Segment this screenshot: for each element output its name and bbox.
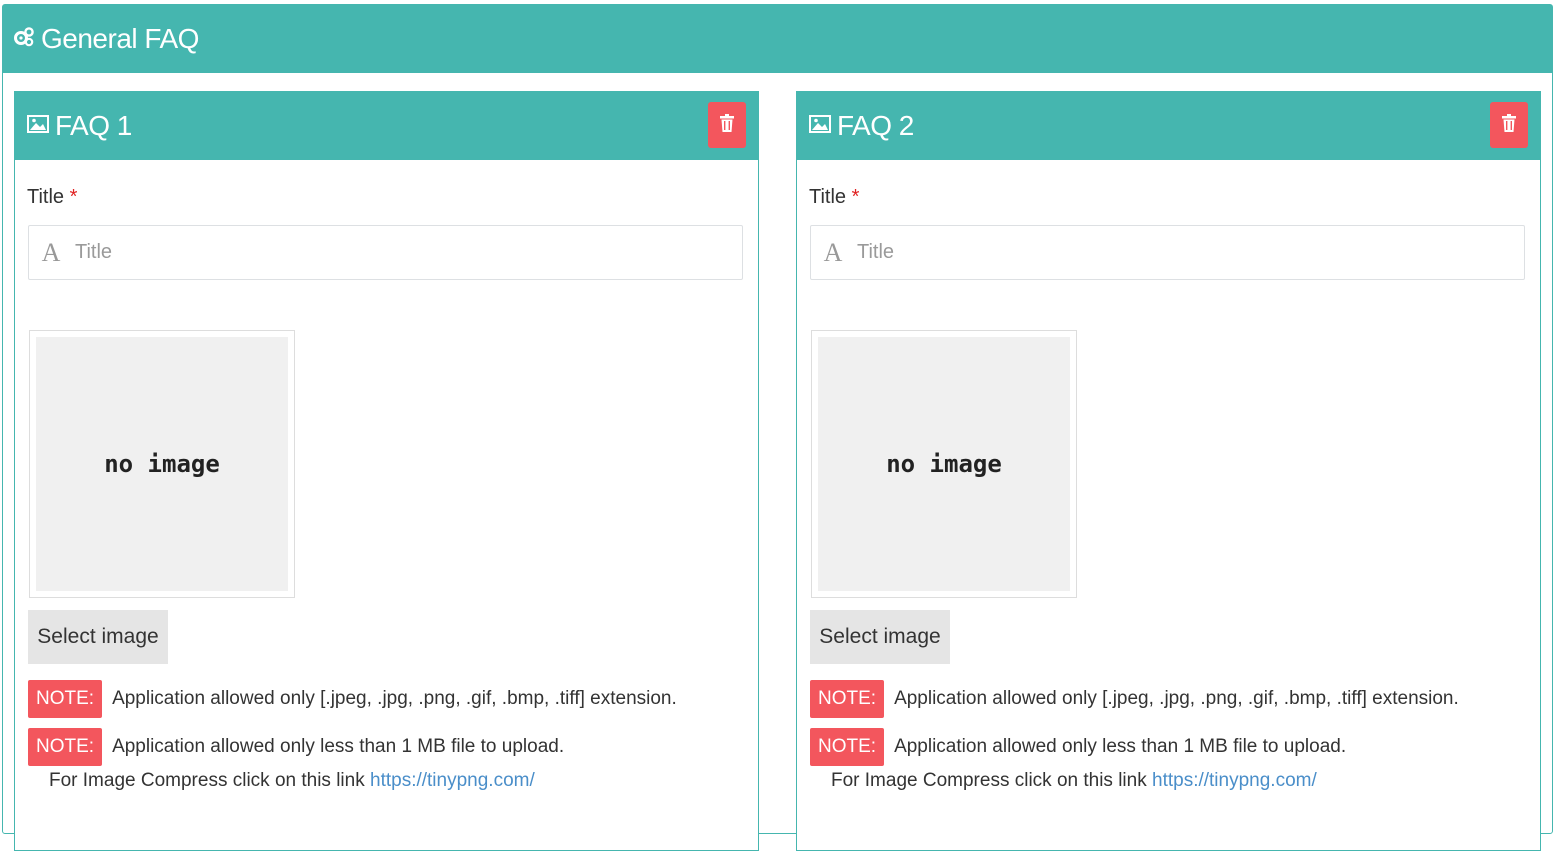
note-badge: NOTE:: [810, 680, 885, 718]
title-label: Title *: [809, 186, 860, 208]
required-mark: *: [69, 186, 78, 208]
image-preview: no image: [29, 330, 295, 598]
portlet-header: General FAQ: [3, 5, 1552, 73]
note-filesize: NOTE: Application allowed only less than…: [28, 728, 564, 766]
no-image-placeholder: no image: [818, 337, 1070, 591]
compress-hint: For Image Compress click on this link ht…: [49, 770, 535, 791]
compress-hint: For Image Compress click on this link ht…: [831, 770, 1317, 791]
note-text: Application allowed only less than 1 MB …: [894, 736, 1347, 757]
image-icon: [809, 114, 831, 138]
note-badge: NOTE:: [810, 728, 885, 766]
image-icon: [27, 114, 49, 138]
note-text: Application allowed only [.jpeg, .jpg, .…: [112, 688, 677, 709]
note-text: Application allowed only [.jpeg, .jpg, .…: [894, 688, 1459, 709]
no-image-placeholder: no image: [36, 337, 288, 591]
image-preview: no image: [811, 330, 1077, 598]
note-badge: NOTE:: [28, 728, 103, 766]
title-input[interactable]: [73, 225, 742, 280]
note-extensions: NOTE: Application allowed only [.jpeg, .…: [28, 680, 677, 718]
gears-icon: [13, 26, 35, 52]
trash-icon: [1502, 113, 1516, 137]
note-badge: NOTE:: [28, 680, 103, 718]
tinypng-link[interactable]: https://tinypng.com/: [1152, 770, 1317, 791]
faq-panel-1: FAQ 1 Title * A no i: [14, 91, 759, 851]
page-title: General FAQ: [41, 23, 199, 54]
faq-panel-2: FAQ 2 Title * A no i: [796, 91, 1541, 851]
tinypng-link[interactable]: https://tinypng.com/: [370, 770, 535, 791]
select-image-button[interactable]: Select image: [28, 610, 168, 664]
faq-panel-header: FAQ 2: [797, 92, 1540, 160]
font-icon: A: [41, 237, 61, 267]
title-label: Title *: [27, 186, 78, 208]
delete-faq-button[interactable]: [708, 102, 746, 148]
note-filesize: NOTE: Application allowed only less than…: [810, 728, 1346, 766]
general-faq-portlet: General FAQ FAQ 1 Title * A Title no ima…: [2, 4, 1553, 851]
note-extensions: NOTE: Application allowed only [.jpeg, .…: [810, 680, 1459, 718]
faq-panel-header: FAQ 1: [15, 92, 758, 160]
trash-icon: [720, 113, 734, 137]
note-text: Application allowed only less than 1 MB …: [112, 736, 565, 757]
faq-title: FAQ 2: [837, 110, 914, 141]
title-input[interactable]: [855, 225, 1524, 280]
required-mark: *: [851, 186, 860, 208]
title-input-group: A: [28, 225, 743, 280]
faq-title: FAQ 1: [55, 110, 132, 141]
delete-faq-button[interactable]: [1490, 102, 1528, 148]
select-image-button[interactable]: Select image: [810, 610, 950, 664]
title-input-group: A: [810, 225, 1525, 280]
font-icon: A: [823, 237, 843, 267]
